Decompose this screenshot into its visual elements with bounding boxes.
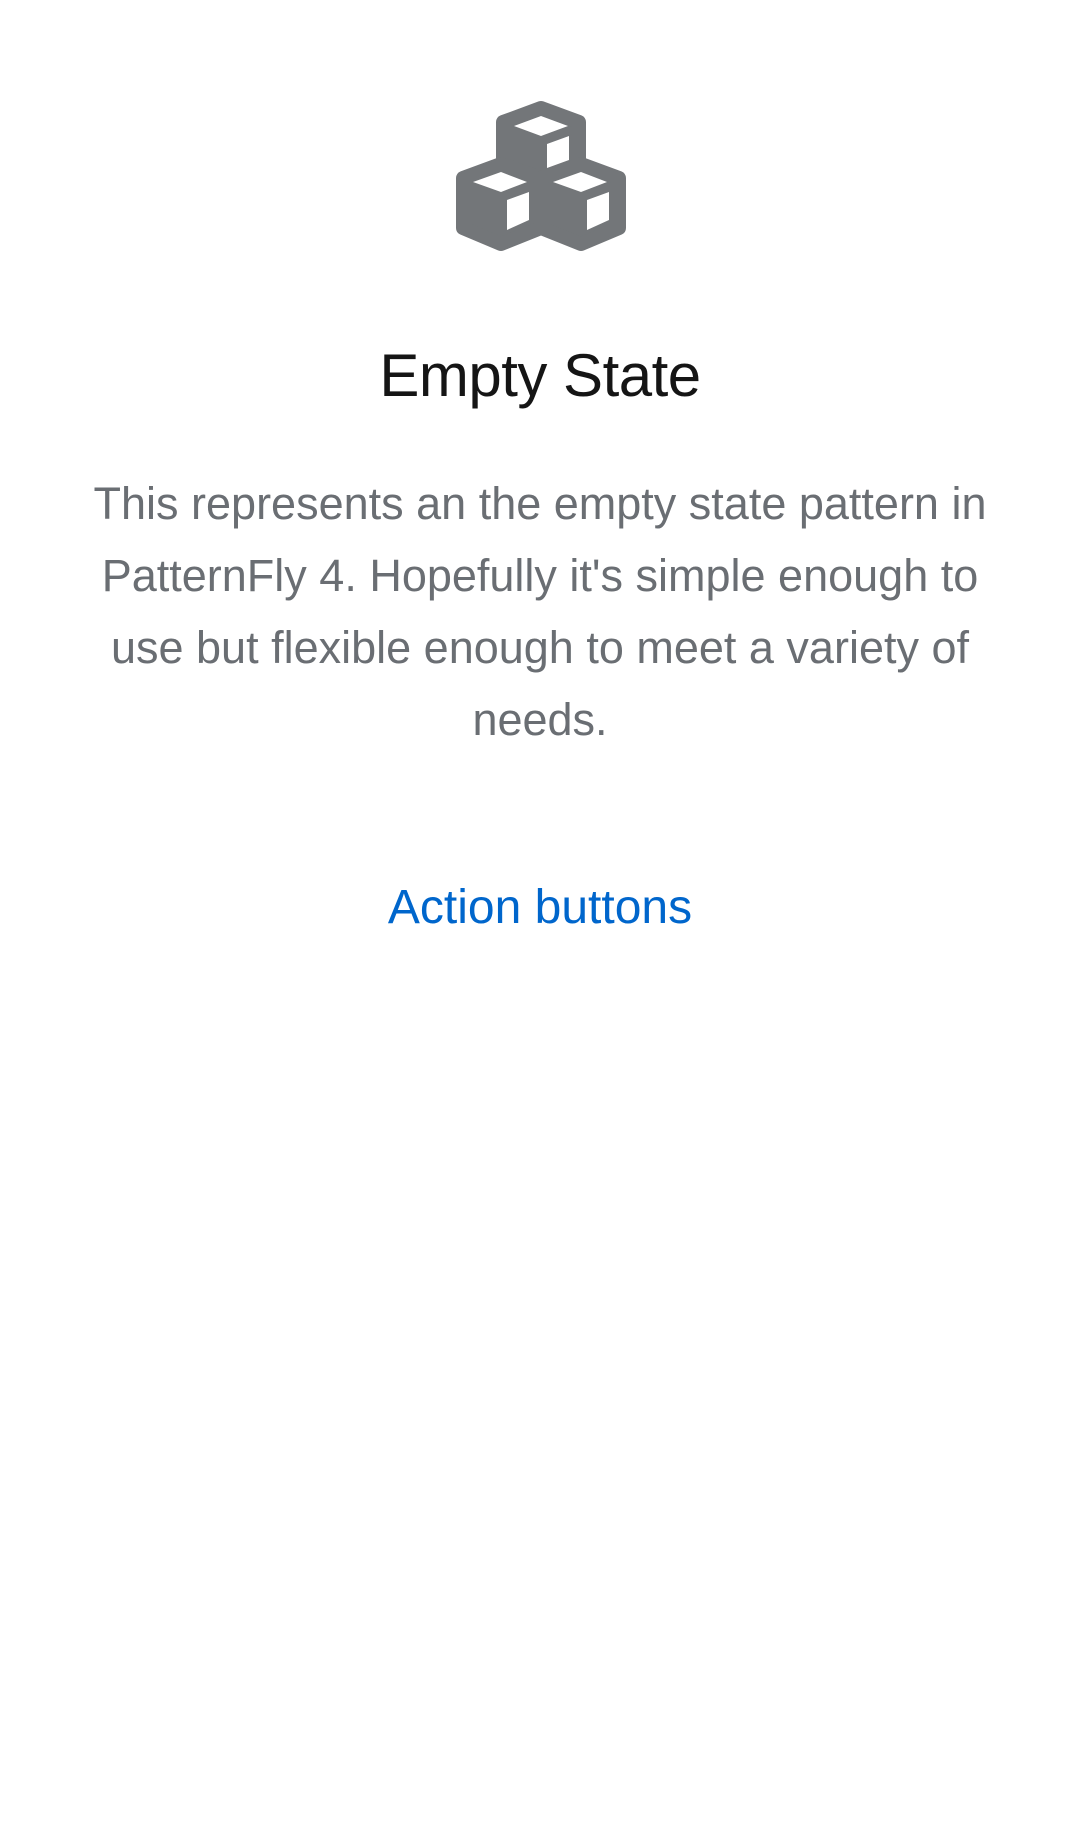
cubes-icon xyxy=(455,100,627,252)
empty-state-body: This represents an the empty state patte… xyxy=(93,478,987,745)
empty-state-title: Empty State xyxy=(379,342,701,409)
empty-state: Empty State This represents an the empty… xyxy=(0,0,1080,1836)
action-buttons-link[interactable]: Action buttons xyxy=(340,872,740,944)
